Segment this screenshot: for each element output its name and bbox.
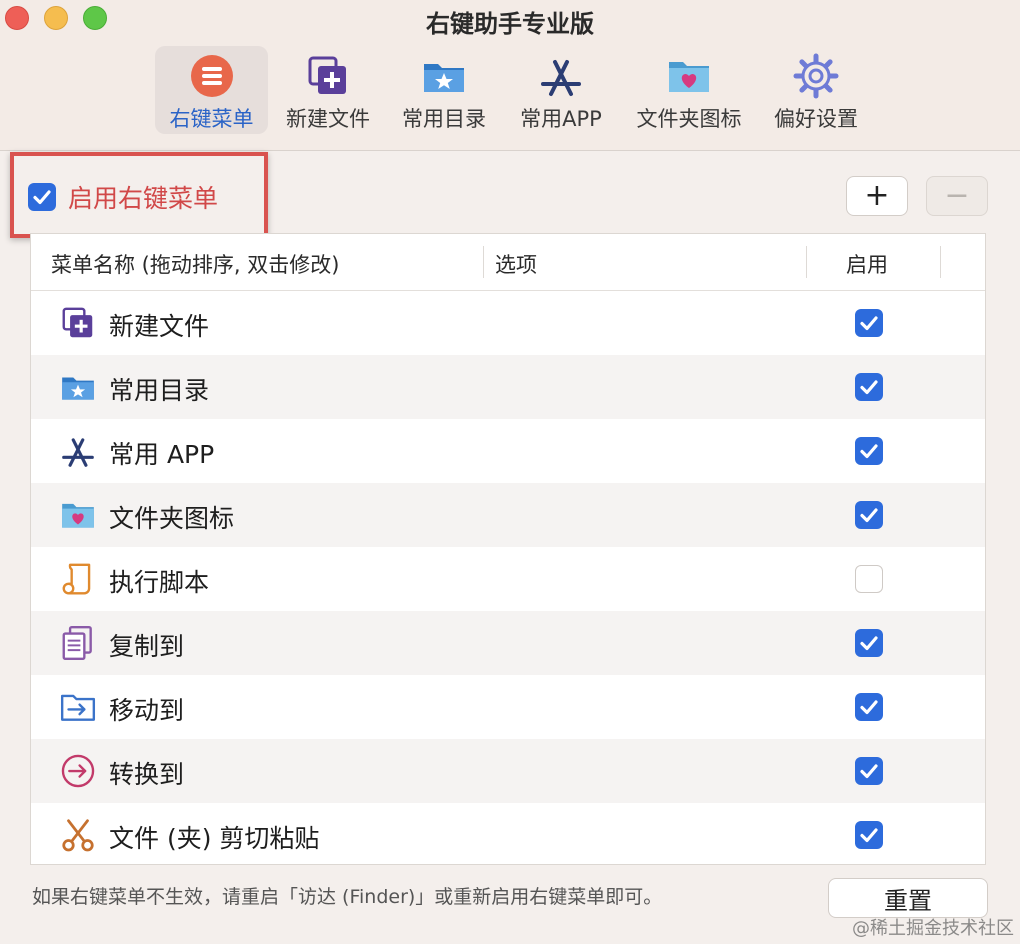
toolbar-tab-label: 右键菜单 bbox=[169, 107, 254, 131]
toolbar-tab-favorite-folders[interactable]: 常用目录 bbox=[394, 46, 494, 134]
column-divider bbox=[940, 246, 941, 278]
row-label: 文件 (夹) 剪切粘贴 bbox=[109, 824, 320, 853]
checkmark-icon bbox=[33, 190, 51, 205]
enable-context-menu-checkbox[interactable] bbox=[28, 183, 56, 211]
table-row[interactable]: 移动到 bbox=[31, 675, 985, 739]
toolbar-tab-folder-icons[interactable]: 文件夹图标 bbox=[628, 46, 750, 134]
row-enabled-checkbox[interactable] bbox=[855, 565, 883, 593]
table-row[interactable]: 常用目录 bbox=[31, 355, 985, 419]
checkmark-icon bbox=[860, 316, 878, 331]
row-enabled-checkbox[interactable] bbox=[855, 757, 883, 785]
row-enabled-checkbox[interactable] bbox=[855, 693, 883, 721]
context-menu-icon bbox=[190, 55, 233, 97]
minus-icon: − bbox=[944, 178, 970, 213]
row-enabled-checkbox[interactable] bbox=[855, 437, 883, 465]
folder-heart-icon bbox=[669, 62, 709, 92]
row-label: 执行脚本 bbox=[109, 568, 210, 597]
column-divider bbox=[483, 246, 484, 278]
toolbar-tab-new-file[interactable]: 新建文件 bbox=[278, 46, 378, 134]
row-label: 常用 APP bbox=[109, 440, 215, 469]
checkmark-icon bbox=[860, 764, 878, 779]
scissors-icon bbox=[62, 819, 94, 852]
convert-arrow-icon bbox=[61, 754, 95, 788]
new-file-icon bbox=[62, 307, 93, 338]
app-store-icon bbox=[541, 60, 581, 96]
gear-icon bbox=[793, 53, 839, 99]
add-item-button[interactable]: + bbox=[846, 176, 908, 216]
row-enabled-checkbox[interactable] bbox=[855, 501, 883, 529]
move-folder-icon bbox=[60, 694, 96, 721]
row-enabled-checkbox[interactable] bbox=[855, 821, 883, 849]
folder-heart-icon bbox=[62, 503, 94, 528]
toolbar-tab-label: 新建文件 bbox=[286, 107, 370, 131]
checkmark-icon bbox=[860, 828, 878, 843]
table-header: 菜单名称 (拖动排序, 双击修改) 选项 启用 bbox=[31, 234, 985, 291]
script-scroll-icon bbox=[62, 563, 91, 595]
window-title: 右键助手专业版 bbox=[426, 10, 594, 38]
checkmark-icon bbox=[860, 380, 878, 395]
checkmark-icon bbox=[860, 444, 878, 459]
toolbar-tab-label: 常用APP bbox=[520, 107, 602, 131]
toolbar-tab-preferences[interactable]: 偏好设置 bbox=[766, 46, 866, 134]
copy-document-icon bbox=[62, 625, 92, 661]
checkmark-icon bbox=[860, 508, 878, 523]
row-label: 转换到 bbox=[109, 760, 185, 789]
column-header-name[interactable]: 菜单名称 (拖动排序, 双击修改) bbox=[51, 249, 339, 279]
menu-items-table: 菜单名称 (拖动排序, 双击修改) 选项 启用 新建文件 常用目录 常用 APP… bbox=[30, 233, 986, 865]
plus-icon: + bbox=[864, 178, 890, 213]
watermark: @稀土掘金技术社区 bbox=[852, 918, 1014, 939]
toolbar-tab-context-menu[interactable]: 右键菜单 bbox=[155, 46, 268, 134]
row-enabled-checkbox[interactable] bbox=[855, 629, 883, 657]
toolbar-tab-label: 偏好设置 bbox=[774, 107, 858, 131]
table-row[interactable]: 复制到 bbox=[31, 611, 985, 675]
toolbar-tab-label: 文件夹图标 bbox=[636, 107, 742, 131]
footer-hint-text: 如果右键菜单不生效，请重启「访达 (Finder)」或重新启用右键菜单即可。 bbox=[32, 886, 663, 908]
favorite-folder-icon bbox=[62, 377, 94, 400]
row-label: 移动到 bbox=[109, 696, 185, 725]
table-row[interactable]: 新建文件 bbox=[31, 291, 985, 355]
table-row[interactable]: 文件 (夹) 剪切粘贴 bbox=[31, 803, 985, 867]
remove-item-button[interactable]: − bbox=[926, 176, 988, 216]
window-toolbar: 右键助手专业版 右键菜单 新建文件 常用目录 常用APP 文件夹图标 偏好设置 bbox=[0, 0, 1020, 151]
column-divider bbox=[806, 246, 807, 278]
enable-context-menu-label[interactable]: 启用右键菜单 bbox=[68, 179, 218, 215]
row-label: 复制到 bbox=[109, 632, 185, 661]
row-enabled-checkbox[interactable] bbox=[855, 373, 883, 401]
row-label: 新建文件 bbox=[109, 312, 210, 341]
reset-button[interactable]: 重置 bbox=[828, 878, 988, 918]
table-row[interactable]: 执行脚本 bbox=[31, 547, 985, 611]
row-label: 常用目录 bbox=[109, 376, 210, 405]
new-file-icon bbox=[308, 56, 346, 94]
table-row[interactable]: 文件夹图标 bbox=[31, 483, 985, 547]
column-header-enabled[interactable]: 启用 bbox=[846, 249, 888, 279]
table-row[interactable]: 常用 APP bbox=[31, 419, 985, 483]
toolbar-tab-favorite-apps[interactable]: 常用APP bbox=[508, 46, 614, 134]
app-store-icon bbox=[62, 438, 94, 467]
toolbar-tab-label: 常用目录 bbox=[402, 107, 486, 131]
table-row[interactable]: 转换到 bbox=[31, 739, 985, 803]
checkmark-icon bbox=[860, 636, 878, 651]
row-enabled-checkbox[interactable] bbox=[855, 309, 883, 337]
checkmark-icon bbox=[860, 700, 878, 715]
column-header-options[interactable]: 选项 bbox=[495, 249, 537, 279]
row-label: 文件夹图标 bbox=[109, 504, 235, 533]
favorite-folder-icon bbox=[424, 64, 464, 92]
